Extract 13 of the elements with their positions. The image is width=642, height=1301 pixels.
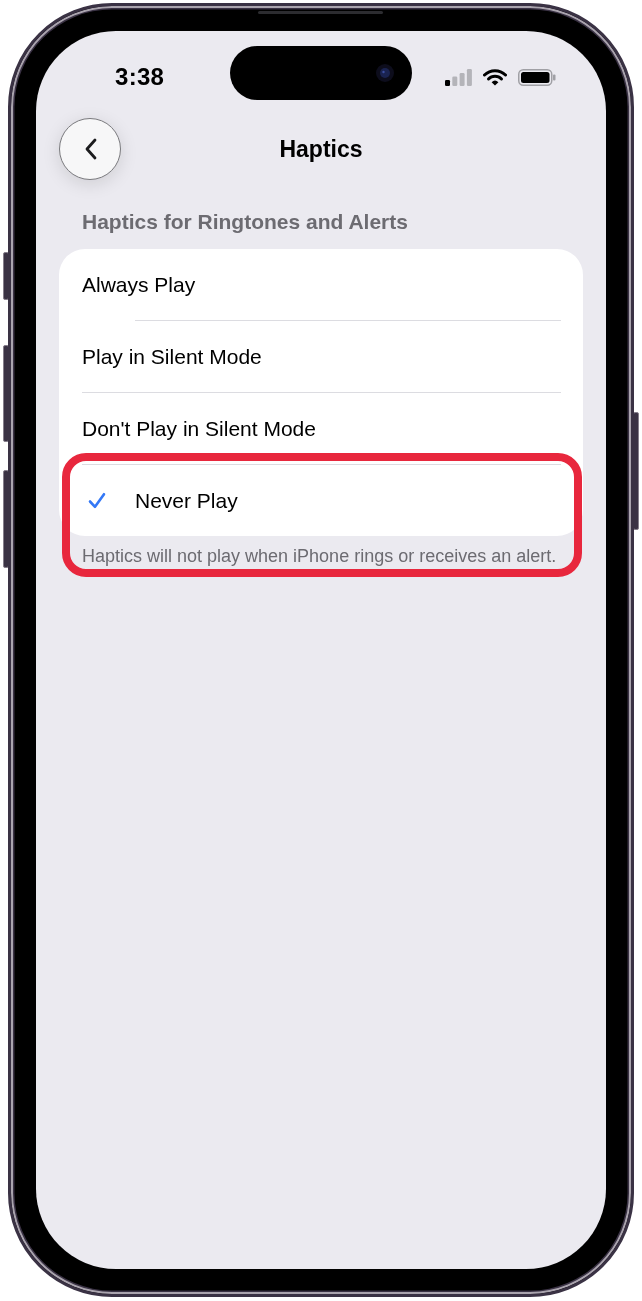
status-time: 3:38 (115, 63, 165, 91)
option-row[interactable]: Play in Silent Mode (59, 321, 583, 392)
option-row[interactable]: Always Play (59, 249, 583, 320)
signal-icon (445, 68, 472, 86)
wifi-icon (483, 68, 507, 86)
battery-icon (518, 68, 556, 86)
page-title: Haptics (279, 135, 363, 163)
option-row[interactable]: Never Play (59, 465, 583, 536)
section-footer: Haptics will not play when iPhone rings or receives an alert. (59, 545, 583, 567)
chevron-icon (83, 138, 97, 160)
camera-lens-icon (376, 64, 394, 82)
section-header: Haptics for Ringtones and Alerts (81, 209, 408, 235)
option-row[interactable]: Don't Play in Silent Mode (59, 393, 583, 464)
